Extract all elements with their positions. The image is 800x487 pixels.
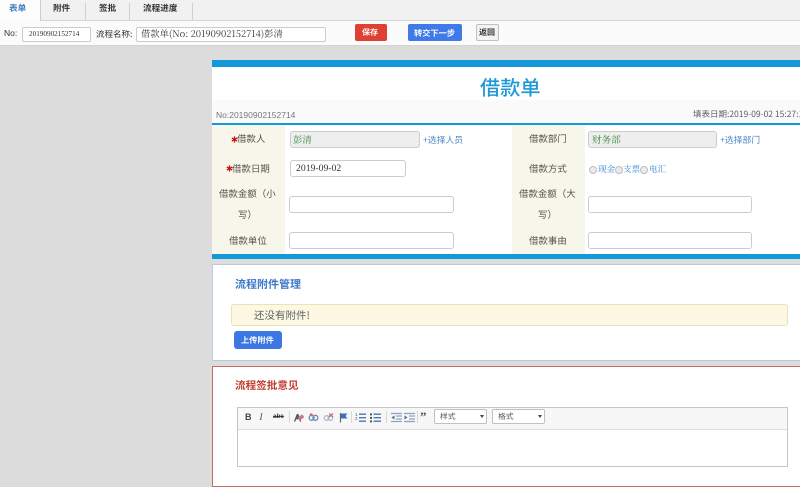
svg-text:2: 2 bbox=[355, 416, 358, 421]
